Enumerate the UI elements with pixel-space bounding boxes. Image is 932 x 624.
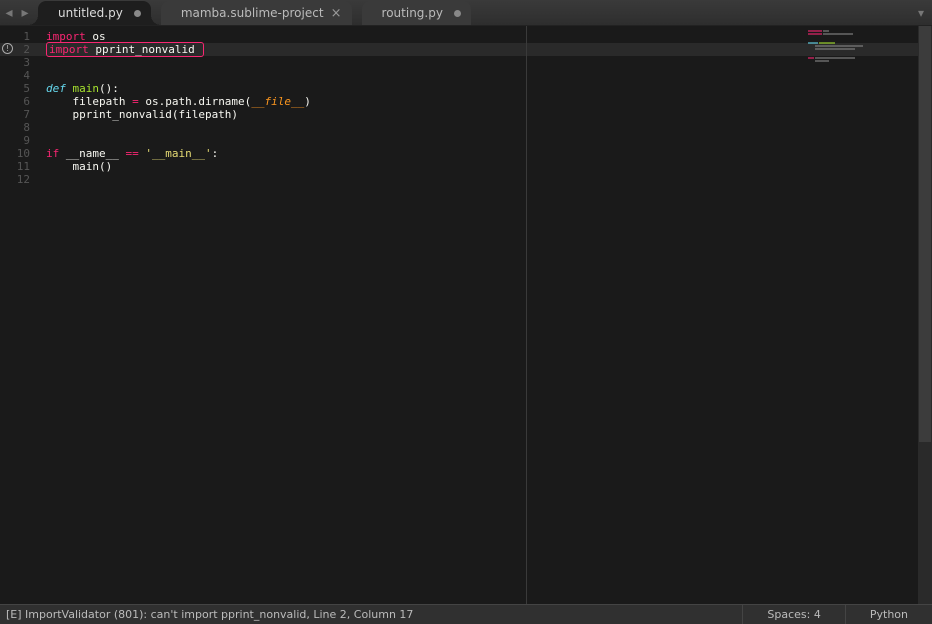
dirty-dot-icon xyxy=(134,10,141,17)
line-number: 12 xyxy=(0,173,38,186)
tab-label: mamba.sublime-project xyxy=(181,6,324,20)
nav-back-icon[interactable]: ◂ xyxy=(2,5,16,21)
status-indent[interactable]: Spaces: 4 xyxy=(742,605,844,624)
line-number: 6 xyxy=(0,95,38,108)
status-language[interactable]: Python xyxy=(845,605,932,624)
tab-routing[interactable]: routing.py xyxy=(362,1,471,25)
gutter: ! 1 2 3 4 5 6 7 8 9 10 11 12 xyxy=(0,26,38,186)
code-line xyxy=(46,56,311,69)
tabs: untitled.py mamba.sublime-project × rout… xyxy=(38,0,481,25)
tab-label: untitled.py xyxy=(58,6,123,20)
close-icon[interactable]: × xyxy=(331,7,342,20)
code-line xyxy=(46,121,311,134)
line-number: 11 xyxy=(0,160,38,173)
code-line xyxy=(46,69,311,82)
code-line xyxy=(46,173,311,186)
code-line: pprint_nonvalid(filepath) xyxy=(46,108,311,121)
vertical-scrollbar[interactable] xyxy=(918,26,932,604)
code-line: def main(): xyxy=(46,82,311,95)
code-line: main() xyxy=(46,160,311,173)
tab-label: routing.py xyxy=(382,6,443,20)
line-number: 10 xyxy=(0,147,38,160)
status-bar: [E] ImportValidator (801): can't import … xyxy=(0,604,932,624)
tab-overflow-icon[interactable]: ▾ xyxy=(910,0,932,25)
line-number: 8 xyxy=(0,121,38,134)
ruler xyxy=(526,26,527,604)
dirty-dot-icon xyxy=(454,10,461,17)
editor[interactable]: ! 1 2 3 4 5 6 7 8 9 10 11 12 import os i… xyxy=(0,26,932,604)
code-line-error: import pprint_nonvalid xyxy=(46,43,311,56)
line-number: 1 xyxy=(0,30,38,43)
tab-mamba-project[interactable]: mamba.sublime-project × xyxy=(161,1,352,25)
status-message[interactable]: [E] ImportValidator (801): can't import … xyxy=(6,608,742,621)
code-line: filepath = os.path.dirname(__file__) xyxy=(46,95,311,108)
code-area[interactable]: import os import pprint_nonvalid def mai… xyxy=(46,26,311,186)
code-line: if __name__ == '__main__': xyxy=(46,147,311,160)
minimap[interactable] xyxy=(808,30,918,63)
line-number: 7 xyxy=(0,108,38,121)
tab-untitled[interactable]: untitled.py xyxy=(38,1,151,25)
error-gutter-icon[interactable]: ! xyxy=(2,43,13,54)
line-number: 3 xyxy=(0,56,38,69)
code-line xyxy=(46,134,311,147)
line-number: 5 xyxy=(0,82,38,95)
tab-bar: ◂ ▸ untitled.py mamba.sublime-project × … xyxy=(0,0,932,26)
line-number: 9 xyxy=(0,134,38,147)
scrollbar-thumb[interactable] xyxy=(919,26,931,442)
line-number: 4 xyxy=(0,69,38,82)
